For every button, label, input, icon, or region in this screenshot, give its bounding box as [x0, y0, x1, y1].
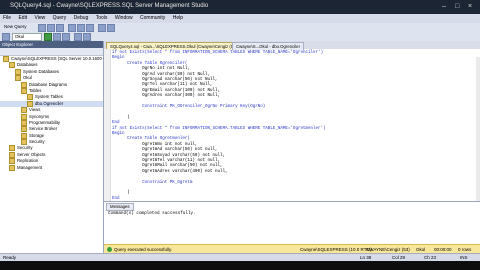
tree-item-label: Okul — [23, 75, 32, 81]
folder-icon — [21, 107, 27, 114]
tree-item[interactable]: Management — [0, 164, 103, 171]
code-line: OgretmAdres varchar(400) not null, — [112, 169, 228, 174]
menu-debug[interactable]: Debug — [71, 14, 92, 22]
tree-item-label: Databases — [17, 62, 38, 68]
maximize-icon[interactable]: □ — [455, 3, 459, 10]
paste-icon[interactable] — [86, 24, 94, 32]
code-line: if not Exists(Select * from INFORMATION_… — [112, 126, 326, 131]
tree-item-label: Service Broker — [29, 126, 58, 132]
connect-icon[interactable] — [2, 33, 10, 41]
tree-item-label: Tables — [29, 88, 42, 94]
cut-icon[interactable] — [68, 24, 76, 32]
code-line: if not Exists(Select * from INFORMATION_… — [112, 51, 324, 55]
object-explorer-toolbar — [0, 48, 103, 56]
folder-icon — [21, 126, 27, 133]
menu-community[interactable]: Community — [137, 14, 168, 22]
tree-item-label: Replication — [17, 158, 39, 164]
folder-icon — [3, 56, 9, 62]
folder-icon — [9, 164, 15, 171]
editor-gutter — [104, 49, 111, 201]
results-to-text-icon[interactable] — [83, 33, 91, 41]
success-icon — [107, 247, 112, 252]
folder-icon — [9, 145, 15, 152]
tree-item-label: Security — [29, 139, 45, 145]
save-icon[interactable] — [47, 24, 55, 32]
code-line: Constraint PK_OGrenciler_OgrNo Primary K… — [112, 105, 266, 109]
parse-icon[interactable] — [62, 33, 70, 41]
title-bar: SQLQuery4.sql - Cwayne\SQLEXPRESS.SQL Se… — [0, 0, 480, 14]
tree-item-label: Programmability — [29, 120, 61, 126]
undo-icon[interactable] — [98, 24, 106, 32]
copy-icon[interactable] — [77, 24, 85, 32]
folder-icon — [27, 94, 33, 101]
results-message: Command(s) completed successfully. — [108, 211, 196, 216]
tree-item-label: Security — [17, 145, 33, 151]
tree-item-label: System Databases — [23, 68, 60, 74]
messages-tab[interactable]: Messages — [106, 203, 134, 211]
tree-item-label: dbo.Ogrenciler — [35, 100, 64, 106]
os-taskbar — [0, 261, 480, 270]
folder-icon — [21, 139, 27, 146]
tree-item-label: Synonyms — [29, 113, 50, 119]
document-tabs: SQLQuery4.sql - Cwa...\SQLEXPRESS.Okul (… — [104, 41, 480, 50]
menu-help[interactable]: Help — [170, 14, 186, 22]
folder-icon — [9, 62, 15, 69]
menu-view[interactable]: View — [31, 14, 48, 22]
results-to-grid-icon[interactable] — [74, 33, 82, 41]
folder-icon — [15, 75, 21, 82]
code-line: Constraint PK_Ogretm — [112, 180, 193, 185]
menu-window[interactable]: Window — [112, 14, 136, 22]
tree-item-label: Management — [17, 164, 43, 170]
object-explorer-panel: Object Explorer Cwayne\SQLEXPRESS (SQL S… — [0, 41, 104, 253]
menu-tools[interactable]: Tools — [93, 14, 111, 22]
tree-item-label: Views — [29, 107, 41, 113]
close-icon[interactable]: × — [468, 3, 472, 10]
editor-area: SQLQuery4.sql - Cwa...\SQLEXPRESS.Okul (… — [104, 41, 480, 254]
execute-icon[interactable] — [44, 33, 52, 41]
folder-icon — [21, 113, 27, 120]
menu-file[interactable]: File — [0, 14, 14, 22]
tree-item-label: Server Objects — [17, 152, 46, 157]
redo-icon[interactable] — [107, 24, 115, 32]
object-explorer-tree: Cwayne\SQLEXPRESS (SQL Server 10.0.1600 … — [0, 56, 105, 171]
folder-icon — [21, 87, 27, 94]
folder-icon — [9, 151, 15, 158]
tree-item-label: Cwayne\SQLEXPRESS (SQL Server 10.0.1600 … — [11, 56, 105, 62]
window-title: SQLQuery4.sql - Cwayne\SQLEXPRESS.SQL Se… — [10, 3, 209, 9]
menu-query[interactable]: Query — [50, 14, 70, 22]
ssms-window: SQLQuery4.sql - Cwayne\SQLEXPRESS.SQL Se… — [0, 0, 480, 270]
minimize-icon[interactable]: – — [442, 3, 446, 10]
debug-icon[interactable] — [53, 33, 61, 41]
database-select[interactable]: Okul — [12, 33, 42, 41]
editor-scrollbar[interactable] — [476, 57, 480, 209]
folder-icon — [9, 158, 15, 165]
open-file-icon[interactable] — [38, 24, 46, 32]
object-explorer-title: Object Explorer — [0, 41, 103, 48]
menu-bar: File Edit View Query Debug Tools Window … — [0, 14, 480, 23]
save-all-icon[interactable] — [56, 24, 64, 32]
results-pane: Messages Command(s) completed successful… — [104, 201, 480, 244]
folder-icon — [21, 132, 27, 139]
menu-edit[interactable]: Edit — [15, 14, 30, 22]
sql-editor[interactable]: if not Exists(Select * from INFORMATION_… — [104, 49, 480, 209]
folder-icon — [27, 100, 33, 107]
tree-item-label: Storage — [29, 132, 45, 138]
folder-icon — [15, 68, 21, 75]
new-query-button[interactable]: New Query — [2, 24, 36, 30]
tree-item-label: System Tables — [35, 94, 63, 100]
code-line: OgrAdres varchar(400) not Null, — [112, 94, 221, 99]
folder-icon — [21, 119, 27, 126]
tree-item-label: Database Diagrams — [29, 81, 67, 87]
folder-icon — [21, 81, 27, 88]
